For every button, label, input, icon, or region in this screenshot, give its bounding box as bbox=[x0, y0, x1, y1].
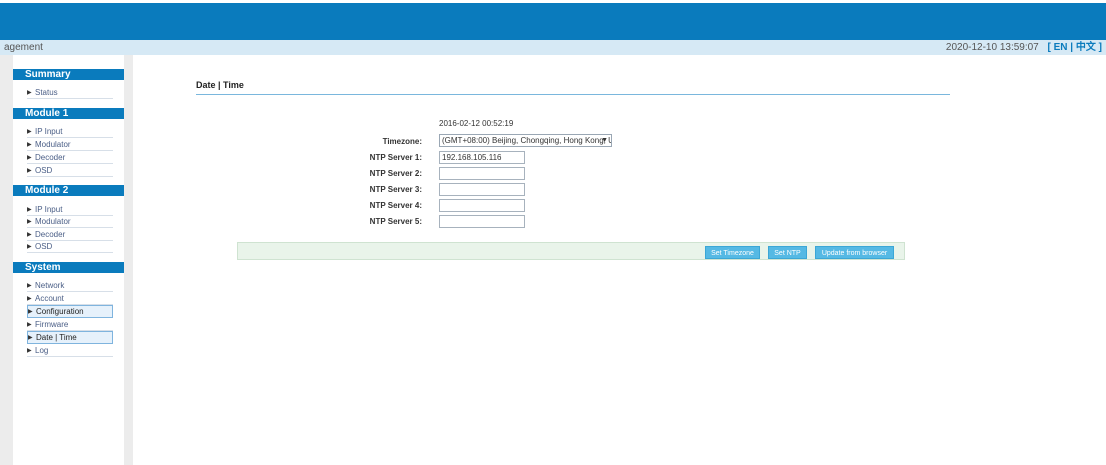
sidebar-item-account[interactable]: ▶ Account bbox=[27, 293, 113, 305]
sidebar-item-log[interactable]: ▶ Log bbox=[27, 345, 113, 357]
arrow-right-icon: ▶ bbox=[28, 309, 33, 315]
sidebar-item-label: Decoder bbox=[35, 153, 66, 162]
top-banner-edge bbox=[0, 0, 1106, 3]
arrow-right-icon: ▶ bbox=[27, 232, 32, 238]
sidebar-item-m2-osd[interactable]: ▶ OSD bbox=[27, 241, 113, 253]
sidebar-item-status[interactable]: ▶ Status bbox=[27, 87, 113, 99]
sidebar-section-module1: Module 1 bbox=[13, 108, 124, 119]
sidebar-item-label: Decoder bbox=[35, 230, 66, 239]
arrow-right-icon: ▶ bbox=[27, 90, 32, 96]
ntp-server-5-input[interactable] bbox=[439, 215, 525, 228]
ntp-server-4-input[interactable] bbox=[439, 199, 525, 212]
sidebar-item-date-time[interactable]: ▶ Date | Time bbox=[27, 331, 113, 344]
sidebar-item-label: Modulator bbox=[35, 140, 71, 149]
arrow-right-icon: ▶ bbox=[28, 335, 33, 341]
chevron-down-icon: ▼ bbox=[601, 137, 608, 144]
right-gutter bbox=[124, 55, 133, 465]
main-content: Date | Time 2016-02-12 00:52:19 Timezone… bbox=[133, 55, 1106, 465]
page-title: Date | Time bbox=[196, 80, 244, 90]
arrow-right-icon: ▶ bbox=[27, 129, 32, 135]
sidebar-item-m2-modulator[interactable]: ▶ Modulator bbox=[27, 216, 113, 228]
ntp-server-2-label: NTP Server 2: bbox=[369, 169, 422, 178]
sidebar-item-network[interactable]: ▶ Network bbox=[27, 280, 113, 292]
action-bar: Set Timezone Set NTP Update from browser bbox=[237, 242, 905, 260]
set-timezone-button[interactable]: Set Timezone bbox=[705, 246, 760, 259]
ntp-server-3-label: NTP Server 3: bbox=[369, 185, 422, 194]
sidebar-item-label: Modulator bbox=[35, 217, 71, 226]
arrow-right-icon: ▶ bbox=[27, 142, 32, 148]
ntp-server-1-input[interactable]: 192.168.105.116 bbox=[439, 151, 525, 164]
ntp-server-3-input[interactable] bbox=[439, 183, 525, 196]
sidebar-section-summary: Summary bbox=[13, 69, 124, 80]
arrow-right-icon: ▶ bbox=[27, 322, 32, 328]
arrow-right-icon: ▶ bbox=[27, 244, 32, 250]
sidebar-item-label: Log bbox=[35, 346, 49, 355]
sidebar-item-label: Network bbox=[35, 281, 65, 290]
status-bar: agement 2020-12-10 13:59:07 [ EN | 中文 ] bbox=[0, 40, 1106, 55]
sidebar-item-m1-decoder[interactable]: ▶ Decoder bbox=[27, 152, 113, 164]
sidebar-item-label: Status bbox=[35, 88, 58, 97]
current-datetime: 2020-12-10 13:59:07 bbox=[945, 42, 1039, 53]
timezone-label: Timezone: bbox=[382, 137, 422, 146]
timezone-select-value: (GMT+08:00) Beijing, Chongqing, Hong Kon… bbox=[442, 136, 612, 145]
ntp-server-2-input[interactable] bbox=[439, 167, 525, 180]
sidebar-item-m2-decoder[interactable]: ▶ Decoder bbox=[27, 229, 113, 241]
sidebar-item-m1-ip-input[interactable]: ▶ IP Input bbox=[27, 126, 113, 138]
device-current-time: 2016-02-12 00:52:19 bbox=[439, 119, 514, 128]
sidebar-item-configuration[interactable]: ▶ Configuration bbox=[27, 305, 113, 318]
arrow-right-icon: ▶ bbox=[27, 168, 32, 174]
sidebar-item-label: OSD bbox=[35, 166, 53, 175]
sidebar-item-label: Firmware bbox=[35, 320, 69, 329]
sidebar-item-label: IP Input bbox=[35, 127, 63, 136]
arrow-right-icon: ▶ bbox=[27, 296, 32, 302]
update-from-browser-button[interactable]: Update from browser bbox=[815, 246, 894, 259]
sidebar-item-label: Account bbox=[35, 294, 64, 303]
title-divider bbox=[196, 94, 950, 95]
sidebar-item-m1-modulator[interactable]: ▶ Modulator bbox=[27, 139, 113, 151]
sidebar-item-m2-ip-input[interactable]: ▶ IP Input bbox=[27, 204, 113, 216]
header-right: 2020-12-10 13:59:07 [ EN | 中文 ] bbox=[946, 40, 1102, 55]
set-ntp-button[interactable]: Set NTP bbox=[768, 246, 807, 259]
sidebar-section-system: System bbox=[13, 262, 124, 273]
ntp-server-5-label: NTP Server 5: bbox=[369, 217, 422, 226]
sidebar-item-label: Configuration bbox=[36, 307, 84, 316]
left-gutter bbox=[0, 55, 13, 465]
arrow-right-icon: ▶ bbox=[27, 155, 32, 161]
language-switch[interactable]: [ EN | 中文 ] bbox=[1048, 42, 1102, 53]
ntp-server-1-label: NTP Server 1: bbox=[369, 153, 422, 162]
arrow-right-icon: ▶ bbox=[27, 219, 32, 225]
sidebar-item-label: OSD bbox=[35, 242, 53, 251]
sidebar-item-label: IP Input bbox=[35, 205, 63, 214]
timezone-select[interactable]: (GMT+08:00) Beijing, Chongqing, Hong Kon… bbox=[439, 134, 612, 147]
ntp-server-4-label: NTP Server 4: bbox=[369, 201, 422, 210]
arrow-right-icon: ▶ bbox=[27, 348, 32, 354]
sidebar-item-label: Date | Time bbox=[36, 333, 77, 342]
arrow-right-icon: ▶ bbox=[27, 207, 32, 213]
top-banner bbox=[0, 0, 1106, 40]
sidebar-item-m1-osd[interactable]: ▶ OSD bbox=[27, 165, 113, 177]
arrow-right-icon: ▶ bbox=[27, 283, 32, 289]
sidebar-section-module2: Module 2 bbox=[13, 185, 124, 196]
app-title: agement bbox=[4, 42, 43, 53]
sidebar-item-firmware[interactable]: ▶ Firmware bbox=[27, 319, 113, 331]
